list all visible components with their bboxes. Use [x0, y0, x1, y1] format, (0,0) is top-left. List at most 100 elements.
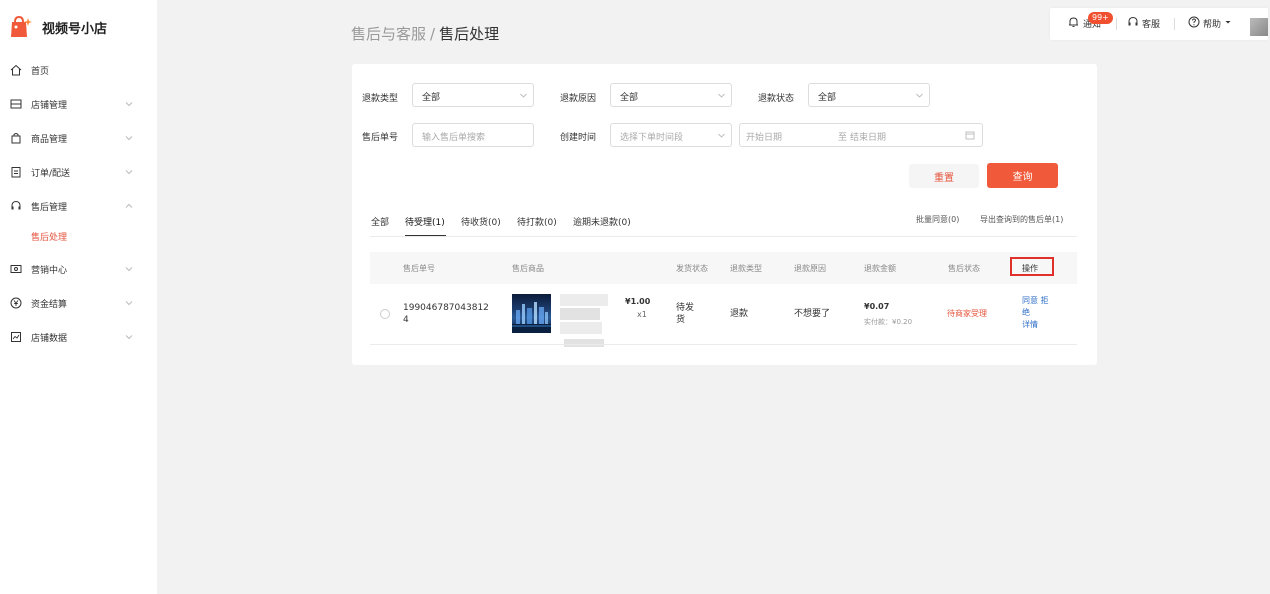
sidebar-item-funds[interactable]: 资金结算: [0, 293, 157, 313]
export-link[interactable]: 导出查询到的售后单(1): [980, 214, 1063, 225]
tab-pending-accept[interactable]: 待受理(1): [405, 215, 445, 228]
headset-icon: [1127, 16, 1139, 31]
question-icon: [1188, 16, 1200, 31]
sidebar-item-label: 订单/配送: [31, 168, 71, 179]
batch-agree-link[interactable]: 批量同意(0): [916, 214, 959, 225]
sidebar-item-orders[interactable]: 订单/配送: [0, 162, 157, 182]
chevron-up-icon: [124, 201, 134, 211]
chevron-down-icon: [915, 91, 924, 100]
sidebar-item-data[interactable]: 店铺数据: [0, 327, 157, 347]
refund-type: 退款: [730, 309, 749, 319]
avatar[interactable]: [1250, 18, 1268, 36]
created-time-select[interactable]: 选择下单时间段: [610, 123, 732, 147]
refund-reason-select[interactable]: 全部: [610, 83, 732, 107]
help-button[interactable]: 帮助: [1188, 16, 1232, 31]
breadcrumb-separator: /: [430, 25, 436, 43]
home-icon: [10, 64, 22, 76]
ship-status-line1: 待发: [676, 303, 695, 313]
created-time-label: 创建时间: [560, 133, 597, 143]
notice-badge: 99+: [1088, 12, 1113, 24]
aftersale-no-line2: 4: [403, 315, 409, 325]
headset-icon: [10, 200, 22, 212]
coupon-icon: [10, 263, 22, 275]
help-label: 帮助: [1203, 20, 1222, 30]
input-placeholder: 输入售后单搜索: [422, 133, 486, 143]
tabs-divider: [370, 236, 1077, 237]
chevron-down-icon: [124, 264, 134, 274]
tab-pending-receive[interactable]: 待收货(0): [461, 215, 501, 228]
sidebar-item-label: 商品管理: [31, 134, 68, 145]
col-aftersale-no: 售后单号: [403, 264, 435, 273]
aftersale-status: 待商家受理: [947, 309, 987, 318]
col-refund-reason: 退款原因: [794, 264, 826, 273]
customer-service-button[interactable]: 客服: [1127, 16, 1160, 31]
chevron-down-icon: [717, 91, 726, 100]
calendar-icon: [965, 130, 975, 143]
refund-status-label: 退款状态: [758, 94, 795, 104]
product-price: ¥1.00: [625, 297, 651, 306]
sidebar: 视频号小店 首页 店铺管理 商品管理 订单/配送 售后管理 售后处理 营销中心 …: [0, 0, 157, 594]
bag-icon: [10, 132, 22, 144]
sidebar-item-label: 店铺管理: [31, 100, 68, 111]
aftersale-panel: 退款类型 全部 退款原因 全部 退款状态 全部 售后单号 输入售后单搜索 创建时…: [352, 64, 1097, 365]
select-value: 全部: [818, 93, 837, 103]
tab-overdue-refund[interactable]: 逾期未退款(0): [573, 215, 631, 228]
tab-all[interactable]: 全部: [371, 215, 389, 228]
row-divider: [370, 344, 1077, 345]
sidebar-item-label: 首页: [31, 66, 50, 77]
redacted-product-name: [560, 308, 600, 320]
refund-reason: 不想要了: [794, 309, 831, 319]
sidebar-item-store[interactable]: 店铺管理: [0, 94, 157, 114]
chevron-down-icon: [124, 133, 134, 143]
table-header: 售后单号 售后商品 发货状态 退款类型 退款原因 退款金额 售后状态 操作: [370, 252, 1077, 284]
reject-link-part2: 绝: [1022, 308, 1030, 317]
detail-link[interactable]: 详情: [1022, 320, 1038, 329]
brand[interactable]: 视频号小店: [9, 15, 107, 39]
reject-link-part1: 拒: [1040, 296, 1049, 305]
sidebar-item-aftersales[interactable]: 售后管理: [0, 196, 157, 216]
reset-button[interactable]: 重置: [909, 164, 979, 188]
chevron-down-icon: [717, 131, 726, 140]
sidebar-item-label: 营销中心: [31, 265, 68, 276]
store-icon: [10, 98, 22, 110]
refund-type-select[interactable]: 全部: [412, 83, 534, 107]
divider: [1174, 18, 1175, 30]
aftersale-no-input[interactable]: 输入售后单搜索: [412, 123, 534, 147]
operation-highlight-box: [1010, 257, 1054, 276]
range-separator: 至: [838, 133, 848, 143]
redacted-product-name: [560, 294, 608, 306]
breadcrumb-parent[interactable]: 售后与客服: [351, 25, 426, 43]
product-thumbnail[interactable]: [512, 294, 551, 333]
tab-pending-payout[interactable]: 待打款(0): [517, 215, 557, 228]
row-select-radio[interactable]: [380, 309, 390, 319]
col-ship-status: 发货状态: [676, 264, 708, 273]
sidebar-subitem-aftersale-processing[interactable]: 售后处理: [31, 230, 67, 243]
product-qty: x1: [637, 310, 647, 319]
operation-links: 同意 拒绝 详情: [1022, 295, 1049, 331]
col-product: 售后商品: [512, 264, 544, 273]
bell-icon: [1068, 16, 1079, 31]
query-button[interactable]: 查询: [987, 163, 1058, 188]
aftersale-no: 199046787043812 4: [403, 302, 489, 326]
sidebar-item-label: 店铺数据: [31, 333, 68, 344]
aftersale-no-label: 售后单号: [362, 133, 399, 143]
top-toolbar: 通知 99+ 客服 帮助: [1050, 8, 1268, 40]
sidebar-item-marketing[interactable]: 营销中心: [0, 259, 157, 279]
col-refund-amount: 退款金额: [864, 264, 896, 273]
select-placeholder: 选择下单时间段: [620, 133, 684, 143]
chevron-down-icon: [124, 99, 134, 109]
refund-type-label: 退款类型: [362, 94, 399, 104]
sidebar-item-home[interactable]: 首页: [0, 60, 157, 80]
chevron-down-icon: [124, 167, 134, 177]
chevron-down-icon: [124, 332, 134, 342]
date-range-picker[interactable]: 开始日期 至 结束日期: [739, 123, 983, 147]
sidebar-item-label: 售后管理: [31, 202, 68, 213]
shop-bag-logo-icon: [9, 15, 33, 39]
sidebar-item-products[interactable]: 商品管理: [0, 128, 157, 148]
refund-status-select[interactable]: 全部: [808, 83, 930, 107]
clipboard-icon: [10, 166, 22, 178]
refund-amount: ¥0.07: [864, 302, 890, 311]
redacted-product-spec: [564, 339, 604, 347]
brand-name: 视频号小店: [42, 21, 108, 37]
agree-link[interactable]: 同意: [1022, 296, 1038, 305]
